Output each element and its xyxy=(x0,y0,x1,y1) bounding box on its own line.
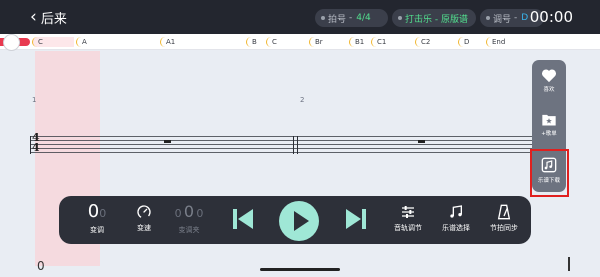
like-button[interactable]: 喜欢 xyxy=(532,68,566,93)
section-marker[interactable]: A xyxy=(76,37,156,47)
section-marker[interactable]: C xyxy=(266,37,306,47)
measure-number: 2 xyxy=(300,96,305,104)
beat-counter: 0 xyxy=(37,259,45,273)
track-adjust-label: 音轨调节 xyxy=(394,224,422,232)
transpose-value: 0 xyxy=(87,201,100,222)
beat-sync-label: 节拍同步 xyxy=(490,224,518,232)
section-marker[interactable]: C1 xyxy=(371,37,413,47)
staff xyxy=(30,136,541,154)
home-indicator[interactable] xyxy=(260,268,340,271)
progress-handle[interactable] xyxy=(3,34,20,51)
transpose-control[interactable]: 00 变调 xyxy=(84,202,110,235)
next-icon[interactable] xyxy=(345,207,367,231)
add-to-list-button[interactable]: +歌单 xyxy=(532,112,566,137)
barline xyxy=(293,136,294,154)
heart-icon xyxy=(541,69,557,83)
previous-icon[interactable] xyxy=(232,207,254,231)
key-label: 调号 xyxy=(493,14,512,25)
score-select-label: 乐谱选择 xyxy=(442,224,470,232)
section-marker[interactable]: C xyxy=(32,37,74,47)
whole-rest xyxy=(418,140,425,143)
capo-label: 变调夹 xyxy=(178,226,200,234)
mode-pill[interactable]: 打击乐 - 原版谱 xyxy=(392,9,476,27)
score-select-control[interactable]: 乐谱选择 xyxy=(436,204,476,233)
section-marker[interactable]: B xyxy=(246,37,264,47)
time-signature: 4 4 xyxy=(32,131,40,154)
barline xyxy=(297,136,298,154)
play-icon xyxy=(294,211,309,231)
highlight-box xyxy=(530,149,569,197)
sliders-icon xyxy=(402,206,414,218)
meter-pill[interactable]: 拍号 - 4/4 xyxy=(315,9,388,27)
music-note-icon xyxy=(450,205,462,218)
section-marker[interactable]: Br xyxy=(309,37,345,47)
section-marker[interactable]: B1 xyxy=(349,37,369,47)
like-label: 喜欢 xyxy=(543,87,555,93)
section-marker[interactable]: D xyxy=(458,37,482,47)
song-title: 后来 xyxy=(40,11,67,27)
mode-label: 打击乐 - 原版谱 xyxy=(405,14,468,25)
speed-control[interactable]: 变速 xyxy=(130,204,158,233)
meter-label: 拍号 xyxy=(328,14,347,25)
capo-control[interactable]: 0 0 0 变调夹 xyxy=(166,202,212,235)
measure-number: 1 xyxy=(32,96,37,104)
add-list-label: +歌单 xyxy=(541,131,557,137)
key-value: D xyxy=(521,13,529,23)
section-marker[interactable]: End xyxy=(486,37,534,47)
capo-value: 0 xyxy=(183,202,195,221)
back-button[interactable]: ‹ 后来 xyxy=(30,7,67,27)
top-bar: ‹ 后来 拍号 - 4/4 打击乐 - 原版谱 调号 - D 00:00 xyxy=(0,0,600,34)
track-adjust-control[interactable]: 音轨调节 xyxy=(388,204,428,233)
beat-sync-control[interactable]: 节拍同步 xyxy=(484,204,524,233)
playback-timer: 00:00 xyxy=(529,8,573,26)
cursor-line xyxy=(568,257,570,271)
meter-value: 4/4 xyxy=(356,13,371,23)
section-marker[interactable]: C2 xyxy=(415,37,455,47)
play-button[interactable] xyxy=(279,201,319,241)
barline xyxy=(30,136,31,154)
section-strip[interactable]: C A A1 B C Br B1 C1 C2 D End xyxy=(0,34,600,51)
speedometer-icon xyxy=(137,205,151,219)
metronome-icon xyxy=(497,204,511,220)
transpose-label: 变调 xyxy=(90,226,104,234)
folder-star-icon xyxy=(542,114,556,126)
transpose-secondary: 0 xyxy=(99,207,107,220)
whole-rest xyxy=(164,140,171,143)
speed-label: 变速 xyxy=(137,224,151,232)
chevron-left-icon: ‹ xyxy=(30,7,37,27)
section-marker[interactable]: A1 xyxy=(160,37,242,47)
